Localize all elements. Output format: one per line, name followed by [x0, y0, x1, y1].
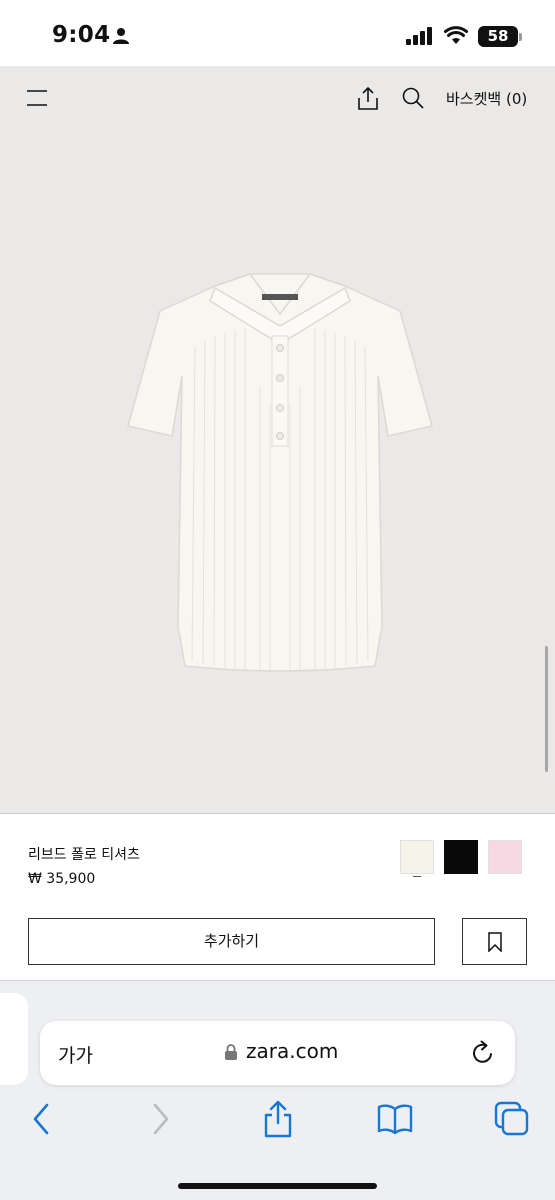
share-icon[interactable] [356, 85, 380, 111]
reload-icon[interactable] [470, 1039, 496, 1067]
color-swatch-black[interactable] [444, 840, 478, 874]
site-header: 바스켓백 (0) [0, 66, 555, 130]
search-icon[interactable] [402, 87, 424, 109]
browser-bottom-bar: 가가 zara.com [0, 980, 555, 1200]
tabs-icon[interactable] [494, 1101, 530, 1137]
status-bar: 9:04 58 [0, 0, 555, 66]
hamburger-menu-icon[interactable] [26, 88, 48, 108]
battery-tip [519, 33, 522, 41]
home-indicator [178, 1183, 377, 1189]
color-swatch-ivory[interactable] [400, 840, 434, 874]
product-image-area: 바스켓백 (0) [0, 66, 555, 813]
wifi-icon [444, 26, 468, 44]
selected-swatch-indicator [413, 876, 421, 877]
product-name: 리브드 폴로 티셔츠 [28, 847, 140, 863]
forward-icon[interactable] [150, 1101, 172, 1137]
cellular-signal-icon [406, 27, 432, 45]
address-bar[interactable]: 가가 zara.com [40, 1021, 515, 1085]
share-icon[interactable] [262, 1099, 294, 1139]
url-text[interactable]: zara.com [246, 1039, 338, 1063]
back-icon[interactable] [30, 1101, 52, 1137]
product-photo[interactable] [120, 266, 440, 676]
add-to-basket-button[interactable]: 추가하기 [28, 918, 435, 965]
product-price: ₩ 35,900 [28, 871, 96, 887]
bookmark-button[interactable] [462, 918, 527, 965]
bookmark-icon [488, 932, 502, 952]
basket-link[interactable]: 바스켓백 (0) [446, 88, 527, 109]
divider [0, 813, 555, 814]
bookmarks-icon[interactable] [377, 1101, 413, 1137]
status-time: 9:04 [52, 22, 111, 48]
person-icon [113, 28, 129, 44]
previous-tab-preview[interactable] [0, 993, 28, 1085]
text-size-button[interactable]: 가가 [58, 1041, 93, 1068]
color-swatch-pink[interactable] [488, 840, 522, 874]
scroll-indicator[interactable] [545, 646, 548, 772]
lock-icon [225, 1044, 237, 1060]
battery-indicator: 58 [478, 26, 518, 47]
